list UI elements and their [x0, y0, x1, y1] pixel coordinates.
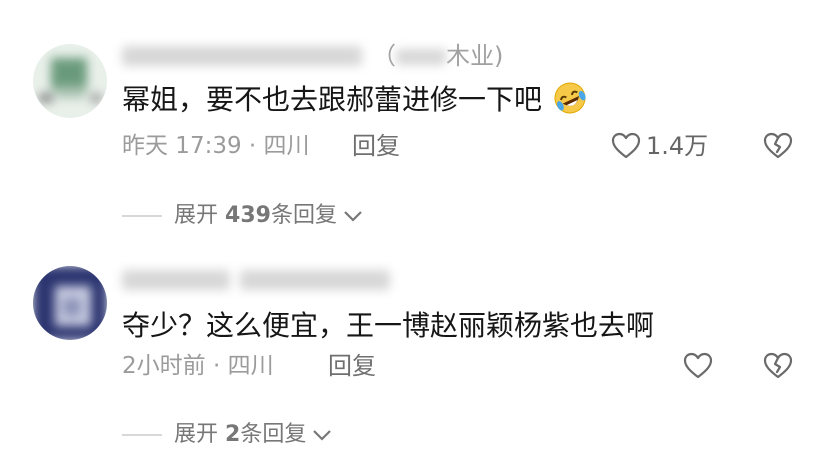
- chevron-down-icon: [313, 430, 332, 441]
- like-count: 1.4万: [646, 132, 709, 160]
- username-suffix: （木业): [372, 42, 504, 70]
- expand-replies-label: 展开 2条回复: [174, 422, 307, 447]
- chevron-down-icon: [344, 211, 362, 222]
- reply-count: 2: [225, 422, 241, 447]
- avatar-image: [33, 266, 107, 340]
- broken-heart-icon: [763, 132, 793, 159]
- avatar-image: [33, 44, 107, 118]
- reply-button[interactable]: 回复: [352, 130, 400, 162]
- rolling-laughing-emoji-icon: [554, 82, 586, 114]
- expand-replies[interactable]: 展开 439条回复: [122, 201, 363, 231]
- reply-count: 439: [225, 203, 271, 228]
- expand-replies[interactable]: 展开 2条回复: [122, 420, 332, 450]
- username[interactable]: （木业): [122, 42, 503, 70]
- dislike-button[interactable]: [762, 130, 794, 166]
- comment-meta: 昨天 17:39 · 四川: [122, 133, 310, 159]
- reply-button[interactable]: 回复: [328, 350, 376, 382]
- heart-icon: [683, 352, 713, 379]
- comment-text-content: 幂姐，要不也去跟郝蕾进修一下吧: [122, 83, 543, 116]
- comment-text: 幂姐，要不也去跟郝蕾进修一下吧: [122, 80, 587, 120]
- avatar[interactable]: [33, 266, 107, 340]
- blurred-name: [240, 270, 390, 290]
- dislike-button[interactable]: [762, 350, 794, 386]
- divider: [122, 434, 162, 436]
- expand-replies-label: 展开 439条回复: [174, 203, 337, 228]
- broken-heart-icon: [763, 352, 793, 379]
- divider: [122, 215, 162, 217]
- comment-text: 夺少？这么便宜，王一博赵丽颖杨紫也去啊: [122, 309, 655, 342]
- like-button[interactable]: [682, 350, 714, 382]
- blurred-name: [122, 270, 230, 290]
- comment-meta: 2小时前 · 四川: [122, 353, 274, 379]
- blurred-name: [122, 46, 362, 66]
- avatar[interactable]: [33, 44, 107, 118]
- username[interactable]: [122, 266, 390, 294]
- heart-icon: [611, 132, 641, 159]
- like-button[interactable]: 1.4万: [610, 130, 708, 162]
